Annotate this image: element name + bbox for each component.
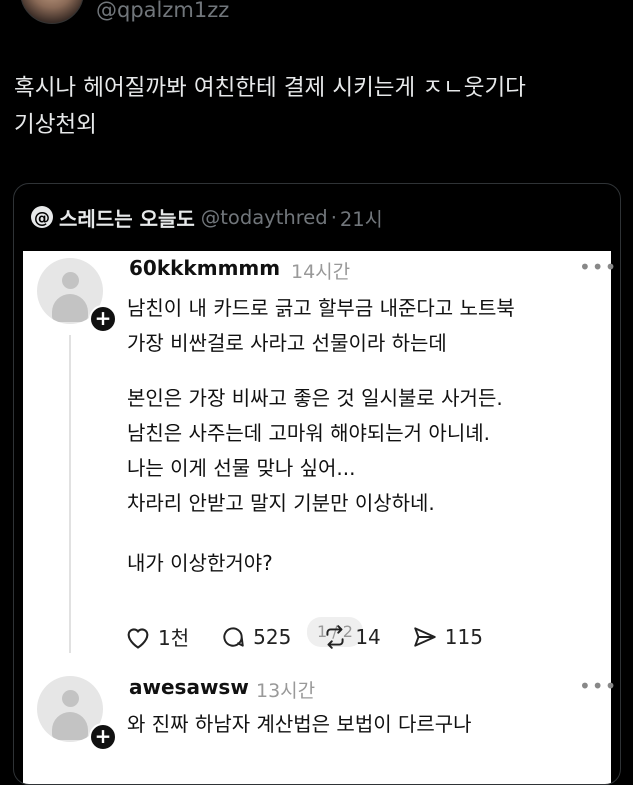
like-button[interactable]: 1천 <box>124 622 189 651</box>
quoted-post[interactable]: @ 스레드는 오늘도 @todaythred · 21시 + 60kkkmmmm… <box>13 183 621 785</box>
more-options-icon[interactable]: ••• <box>579 674 617 698</box>
comment-bubble-icon <box>223 626 244 647</box>
threads-logo-icon: @ <box>31 206 53 228</box>
reply-button[interactable]: 525 <box>219 624 291 650</box>
thread-line <box>69 335 71 653</box>
repost-button[interactable]: 14 <box>321 624 381 650</box>
share-count: 115 <box>444 624 483 649</box>
quote-separator: · <box>330 205 337 229</box>
comment-paragraph: 남친이 내 카드로 긁고 할부금 내준다고 노트북 가장 비싼걸로 사라고 선물… <box>127 296 515 355</box>
repost-count: 14 <box>355 624 381 649</box>
follow-plus-icon[interactable]: + <box>89 723 117 751</box>
comment-time: 14시간 <box>291 261 351 283</box>
follow-plus-icon[interactable]: + <box>89 305 117 333</box>
send-icon <box>414 626 436 647</box>
quote-handle[interactable]: @todaythred <box>201 206 328 229</box>
heart-icon <box>127 627 149 649</box>
like-count: 1천 <box>158 626 190 650</box>
comment-time: 13시간 <box>256 680 316 702</box>
comment-username[interactable]: awesawsw <box>129 675 249 699</box>
comment-actions: 1천 525 14 115 <box>124 622 513 651</box>
share-button[interactable]: 115 <box>411 624 483 650</box>
tweet-handle[interactable]: @qpalzm1zz <box>96 0 229 22</box>
reply-count: 525 <box>253 624 292 649</box>
more-options-icon[interactable]: ••• <box>579 255 617 279</box>
quote-time: 21시 <box>339 207 383 231</box>
comment-paragraph: 내가 이상한거야? <box>127 551 273 575</box>
comment-paragraph: 본인은 가장 비싸고 좋은 것 일시불로 사거든. 남친은 사주는데 고마워 해… <box>127 386 503 515</box>
repost-icon <box>326 624 344 649</box>
comment-text: 와 진짜 하남자 계산법은 보법이 다르구나 <box>127 712 472 736</box>
tweet-text: 혹시나 헤어질까봐 여친한테 결제 시키는게 ㅈㄴ웃기다 기상천외 <box>14 75 526 138</box>
quote-author-name[interactable]: 스레드는 오늘도 <box>59 203 195 232</box>
comment-username[interactable]: 60kkkmmmm <box>129 256 280 280</box>
quoted-screenshot: + 60kkkmmmm 14시간 ••• 남친이 내 카드로 긁고 할부금 내준… <box>23 251 616 784</box>
profile-avatar[interactable] <box>20 0 84 24</box>
quote-header: @ 스레드는 오늘도 @todaythred · 21시 <box>31 203 383 231</box>
